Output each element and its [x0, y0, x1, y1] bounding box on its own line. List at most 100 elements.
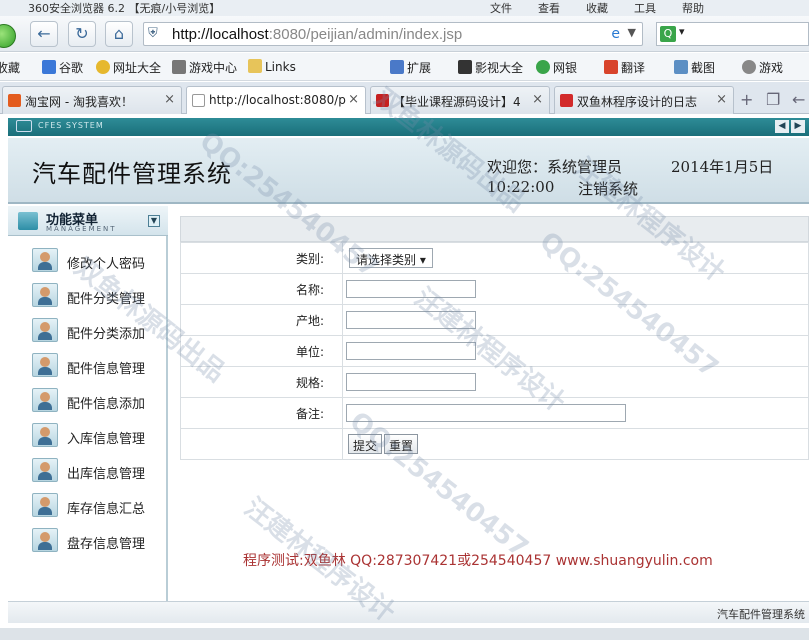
refresh-button[interactable]: ↻ [68, 21, 96, 47]
back-button[interactable]: ← [30, 21, 58, 47]
menu-favorites[interactable]: 收藏 [586, 0, 608, 16]
browser-logo-icon[interactable] [0, 24, 16, 48]
tab-label: 双鱼林程序设计的日志 [577, 95, 698, 109]
category-select-value: 请选择类别 [356, 253, 417, 267]
directory-icon [96, 60, 110, 74]
scroll-left-icon[interactable]: ◀ [775, 120, 789, 133]
bag-favicon [376, 94, 389, 107]
name-input[interactable] [346, 280, 476, 298]
search-engine-icon[interactable]: Q [660, 26, 676, 42]
page-favicon [192, 94, 205, 107]
spec-input[interactable] [346, 373, 476, 391]
reset-button[interactable]: 重置 [384, 434, 419, 454]
origin-input[interactable] [346, 311, 476, 329]
bottom-bar: 汽车配件管理系统 [8, 601, 809, 623]
bookmark-google[interactable]: 谷歌 [42, 59, 83, 76]
tab-bar: 淘宝网 - 淘我喜欢！ × http://localhost:8080/p × … [0, 82, 809, 114]
monitor-icon [16, 120, 32, 132]
close-tab-icon[interactable]: × [164, 92, 175, 107]
welcome-text: 欢迎您：系统管理员 [487, 158, 623, 176]
bookmark-url-directory[interactable]: 网址大全 [96, 59, 161, 76]
user-icon [32, 458, 58, 482]
tab-blog[interactable]: 双鱼林程序设计的日志 × [554, 86, 734, 114]
home-button[interactable]: ⌂ [105, 21, 133, 47]
search-box[interactable]: Q ▾ [656, 22, 809, 46]
menu-file[interactable]: 文件 [490, 0, 512, 16]
remark-label: 备注: [180, 397, 343, 429]
home-icon: ⌂ [113, 24, 125, 43]
google-icon [42, 60, 56, 74]
app-title: 汽车配件管理系统 [32, 160, 232, 188]
menu-item-part-add[interactable]: 配件信息添加 [32, 388, 167, 416]
browser-menu-bar: 文件 查看 收藏 工具 帮助 [490, 0, 704, 16]
bookmark-bank[interactable]: 网银 [536, 59, 577, 76]
menu-item-stocktake-manage[interactable]: 盘存信息管理 [32, 528, 167, 556]
close-tab-icon[interactable]: × [716, 92, 727, 107]
bookmark-games[interactable]: 游戏 [742, 59, 783, 76]
category-label: 类别: [180, 242, 343, 274]
browser-statusbar [0, 628, 809, 640]
close-tab-icon[interactable]: × [348, 92, 359, 107]
menu-tools[interactable]: 工具 [634, 0, 656, 16]
form-row-remark: 备注: [180, 397, 809, 429]
user-icon [32, 248, 58, 272]
scroll-right-icon[interactable]: ▶ [791, 120, 805, 133]
ie-engine-icon[interactable]: e [611, 26, 620, 42]
menu-view[interactable]: 查看 [538, 0, 560, 16]
search-dropdown-icon[interactable]: ▾ [679, 25, 685, 38]
restore-tab-icon[interactable]: ❐ [766, 90, 780, 109]
category-select[interactable]: 请选择类别 ▾ [349, 248, 433, 268]
menu-item-category-manage[interactable]: 配件分类管理 [32, 283, 167, 311]
form-row-origin: 产地: [180, 304, 809, 336]
bookmark-game-center[interactable]: 游戏中心 [172, 59, 237, 76]
bookmarks-bar: 收藏 谷歌 网址大全 游戏中心 Links 扩展 影视大全 网银 翻译 截图 游… [0, 53, 809, 81]
form-row-unit: 单位: [180, 335, 809, 367]
chevron-down-icon: ▾ [419, 253, 426, 267]
new-tab-icon[interactable]: + [740, 90, 753, 109]
sidebar: 功能菜单 MANAGEMENT ▼ 修改个人密码 配件分类管理 配件分类添加 配… [8, 206, 168, 601]
logout-link[interactable]: 注销系统 [578, 178, 638, 199]
bookmark-links[interactable]: Links [248, 59, 296, 74]
spec-label: 规格: [180, 366, 343, 398]
app-header: 汽车配件管理系统 欢迎您：系统管理员 2014年1月5日 10:22:00 注销… [8, 138, 809, 204]
bookmark-video[interactable]: 影视大全 [458, 59, 523, 76]
bottom-system-label: 汽车配件管理系统 [717, 608, 805, 621]
menu-item-inbound-manage[interactable]: 入库信息管理 [32, 423, 167, 451]
user-icon [32, 283, 58, 307]
menu-folder-icon [18, 212, 38, 230]
menu-help[interactable]: 帮助 [682, 0, 704, 16]
menu-item-category-add[interactable]: 配件分类添加 [32, 318, 167, 346]
form-row-category: 类别: 请选择类别 ▾ [180, 242, 809, 274]
bookmark-favorites[interactable]: 收藏 [0, 59, 20, 76]
bookmark-screenshot[interactable]: 截图 [674, 59, 715, 76]
tab-back-icon[interactable]: ← [792, 90, 805, 109]
user-icon [32, 388, 58, 412]
menu-subtitle: MANAGEMENT [46, 225, 117, 233]
tab-taobao[interactable]: 淘宝网 - 淘我喜欢！ × [2, 86, 182, 114]
tab-label: http://localhost:8080/p [209, 93, 346, 107]
gamepad-icon [172, 60, 186, 74]
app-frame: CFES SYSTEM ◀ ▶ 汽车配件管理系统 欢迎您：系统管理员 2014年… [0, 115, 809, 640]
user-icon [32, 318, 58, 342]
tab-graduation-source[interactable]: 【毕业课程源码设计】4 × [370, 86, 550, 114]
menu-item-part-manage[interactable]: 配件信息管理 [32, 353, 167, 381]
address-dropdown-icon[interactable]: ▼ [628, 26, 636, 39]
menu-item-change-password[interactable]: 修改个人密码 [32, 248, 167, 276]
tab-localhost[interactable]: http://localhost:8080/p × [186, 86, 366, 114]
blog-favicon [560, 94, 573, 107]
menu-item-inventory-summary[interactable]: 库存信息汇总 [32, 493, 167, 521]
submit-button[interactable]: 提交 [348, 434, 383, 454]
address-bar[interactable]: ⛨ http://localhost:8080/peijian/admin/in… [143, 22, 643, 46]
form-row-name: 名称: [180, 273, 809, 305]
bookmark-translate[interactable]: 翻译 [604, 59, 645, 76]
video-icon [458, 60, 472, 74]
game-icon [742, 60, 756, 74]
bookmark-extensions[interactable]: 扩展 [390, 59, 431, 76]
unit-input[interactable] [346, 342, 476, 360]
collapse-menu-icon[interactable]: ▼ [148, 215, 160, 227]
browser-titlebar: 360安全浏览器 6.2 【无痕/小号浏览】 文件 查看 收藏 工具 帮助 [0, 0, 809, 16]
address-url[interactable]: http://localhost:8080/peijian/admin/inde… [172, 26, 462, 43]
remark-input[interactable] [346, 404, 626, 422]
menu-item-outbound-manage[interactable]: 出库信息管理 [32, 458, 167, 486]
close-tab-icon[interactable]: × [532, 92, 543, 107]
